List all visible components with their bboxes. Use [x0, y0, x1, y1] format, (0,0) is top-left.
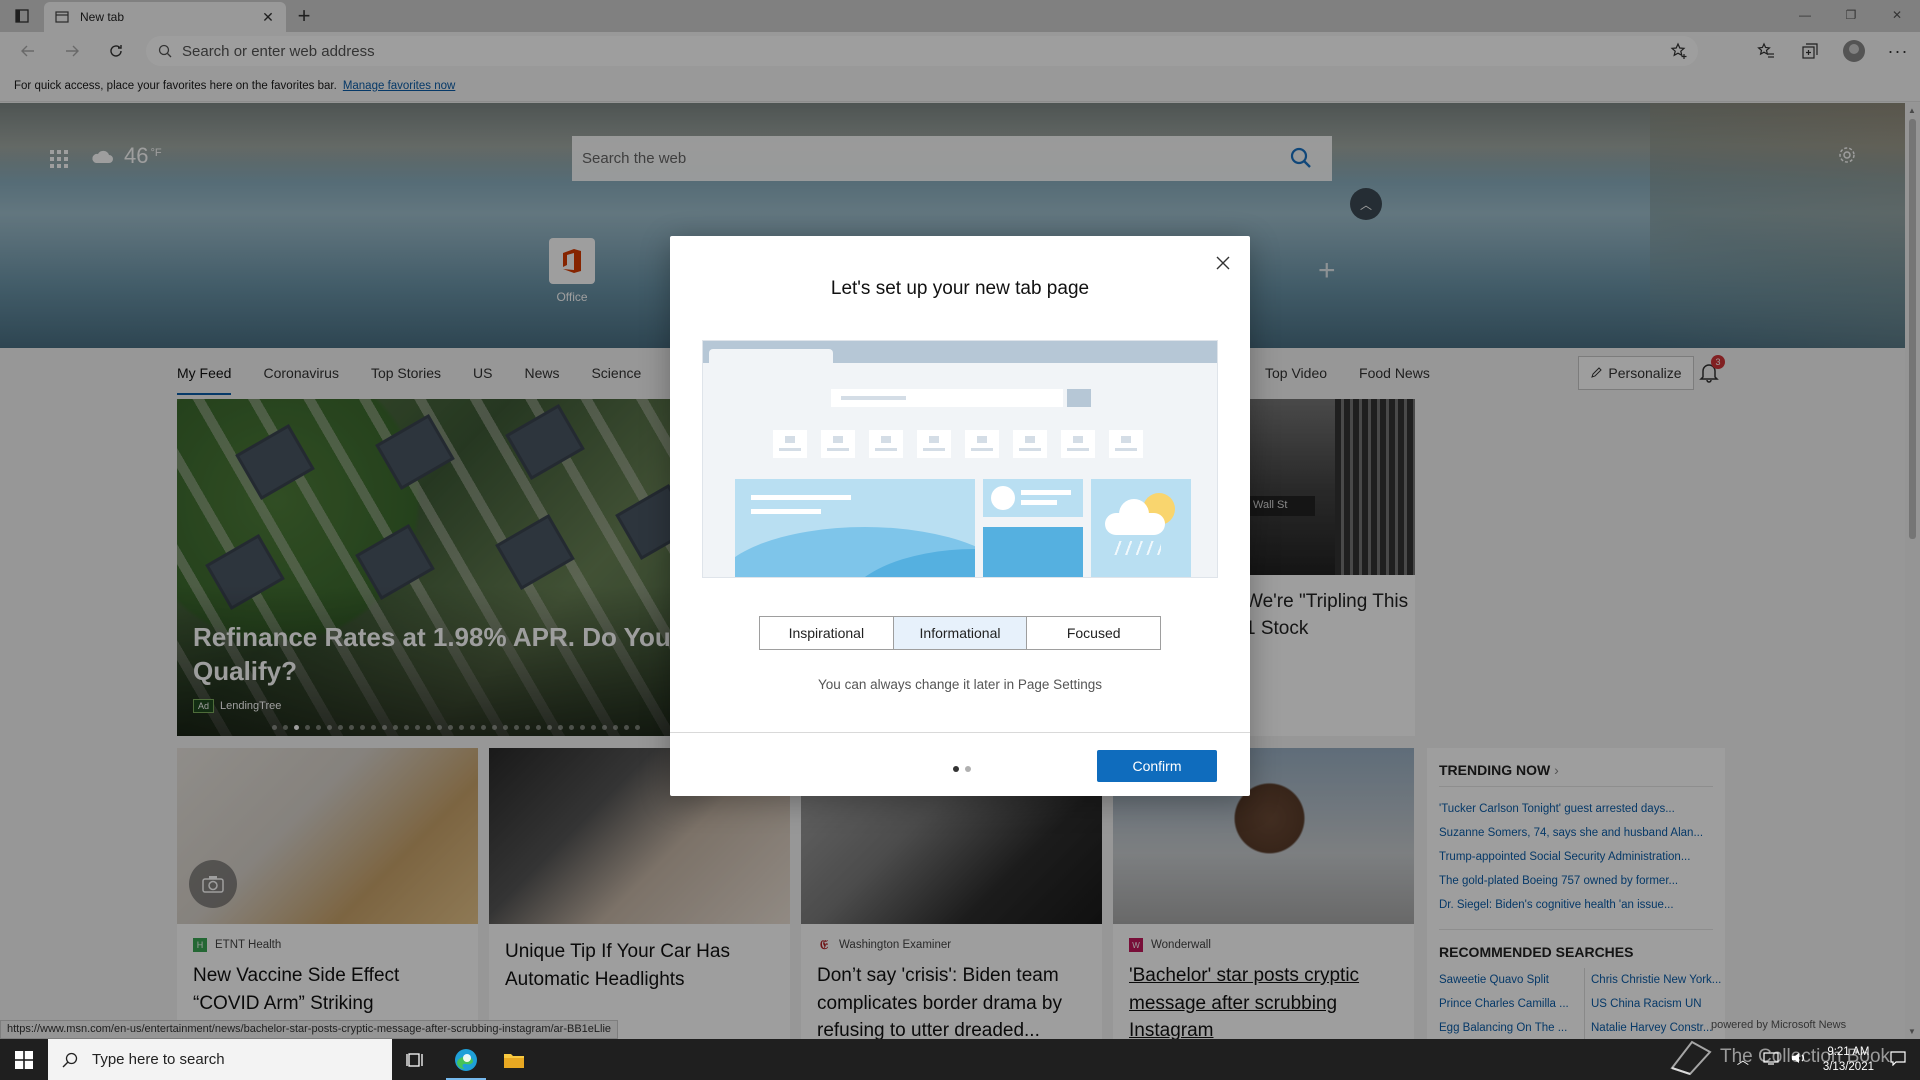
option-focused[interactable]: Focused — [1027, 617, 1160, 649]
dialog-title: Let's set up your new tab page — [830, 278, 1090, 299]
taskbar-search-placeholder: Type here to search — [92, 1051, 225, 1068]
task-view-icon[interactable] — [392, 1039, 440, 1080]
dialog-hint: You can always change it later in Page S… — [818, 677, 1102, 692]
close-icon[interactable] — [1212, 252, 1234, 274]
windows-start-icon[interactable] — [0, 1039, 48, 1080]
taskbar-search-input[interactable]: Type here to search — [48, 1039, 392, 1080]
taskbar: Type here to search ︿ 9:21 AM 3/13/2021 — [0, 1039, 1920, 1080]
step-indicator — [953, 766, 971, 772]
watermark: The Collection Book — [1668, 1035, 1918, 1079]
book-watermark-icon — [1670, 1040, 1712, 1076]
search-icon — [62, 1052, 78, 1067]
edge-browser-icon[interactable] — [442, 1039, 490, 1080]
confirm-button[interactable]: Confirm — [1097, 750, 1217, 782]
layout-options: Inspirational Informational Focused — [759, 616, 1161, 650]
option-inspirational[interactable]: Inspirational — [760, 617, 894, 649]
weather-illustration-icon — [1091, 479, 1191, 577]
layout-preview-illustration — [702, 340, 1218, 578]
dialog-footer: Confirm — [670, 732, 1250, 796]
setup-dialog: Let's set up your new tab page Inspirati… — [670, 236, 1250, 796]
file-explorer-icon[interactable] — [490, 1039, 538, 1080]
option-informational[interactable]: Informational — [893, 617, 1028, 649]
